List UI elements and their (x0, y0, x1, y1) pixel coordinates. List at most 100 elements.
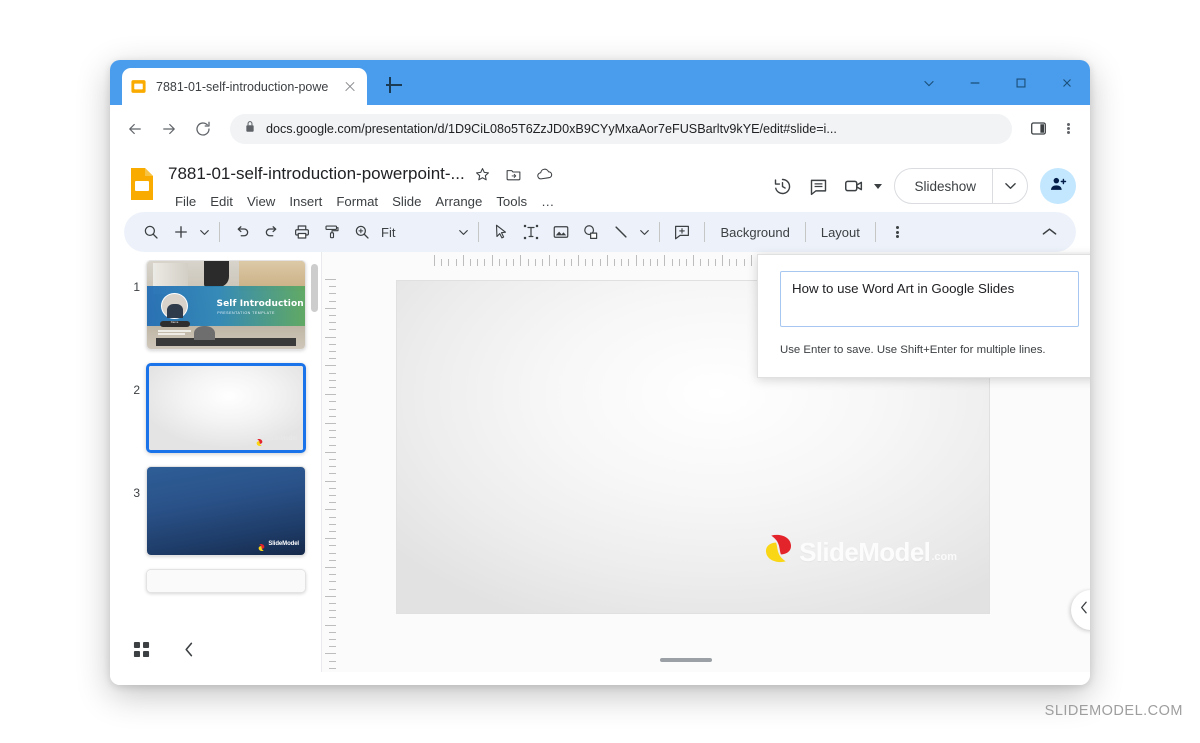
slide-canvas-area: SlideModel .com Use Enter to save. Use S… (322, 252, 1090, 672)
slidemodel-logo-suffix: .com (931, 551, 957, 563)
window-controls (906, 60, 1090, 105)
background-button[interactable]: Background (712, 225, 797, 240)
back-arrow-icon[interactable] (120, 114, 150, 144)
address-bar-text: docs.google.com/presentation/d/1D9CiL08o… (266, 121, 837, 136)
list-item[interactable] (110, 569, 321, 606)
divider (219, 222, 220, 242)
comment-icon[interactable] (801, 169, 835, 203)
forward-arrow-icon[interactable] (154, 114, 184, 144)
minimize-icon[interactable] (952, 60, 998, 105)
filmstrip-scrollbar[interactable] (311, 264, 318, 312)
address-bar[interactable]: docs.google.com/presentation/d/1D9CiL08o… (230, 113, 1012, 144)
menu-bar: File Edit View Insert Format Slide Arran… (168, 189, 765, 213)
list-item[interactable]: 2 SlideModel (110, 363, 321, 466)
grid-view-icon[interactable] (124, 632, 158, 666)
slidemodel-watermark: SLIDEMODEL.COM (1044, 703, 1183, 719)
cursor-icon[interactable] (486, 217, 516, 247)
menu-slide[interactable]: Slide (385, 192, 428, 211)
menu-tools[interactable]: Tools (489, 192, 534, 211)
share-button[interactable] (1040, 168, 1076, 204)
page-title[interactable]: 7881-01-self-introduction-powerpoint-... (168, 164, 465, 184)
chevron-down-icon[interactable] (906, 60, 952, 105)
list-item[interactable]: 1 Name Self Introduction PRESENTATION TE… (110, 260, 321, 363)
open-side-panel-button[interactable] (1071, 590, 1090, 630)
slides-toolbar: Fit Background Layout (124, 212, 1076, 252)
lock-icon (244, 120, 256, 138)
maximize-icon[interactable] (998, 60, 1044, 105)
undo-icon[interactable] (227, 217, 257, 247)
menu-insert[interactable]: Insert (282, 192, 329, 211)
new-tab-icon[interactable] (382, 73, 406, 97)
reload-icon[interactable] (188, 114, 218, 144)
divider (804, 222, 806, 242)
slidemodel-logo: SlideModel .com (762, 532, 957, 565)
layout-button[interactable]: Layout (813, 225, 868, 240)
redo-icon[interactable] (257, 217, 287, 247)
browser-tab-title: 7881-01-self-introduction-powe (156, 79, 329, 94)
version-history-icon[interactable] (765, 169, 799, 203)
zoom-level-label[interactable]: Fit (377, 225, 401, 240)
cloud-saved-icon[interactable] (532, 161, 558, 187)
move-to-folder-icon[interactable] (501, 161, 527, 187)
thumbnail-logo: SlideModel (257, 539, 299, 552)
avatar (161, 292, 189, 320)
document-header: 7881-01-self-introduction-powerpoint-...… (110, 152, 1090, 209)
slide-thumbnail-4[interactable] (146, 569, 306, 593)
meet-button[interactable] (837, 169, 883, 203)
zoom-dropdown-icon[interactable] (455, 217, 471, 247)
browser-menu-icon[interactable] (1056, 114, 1080, 144)
word-art-dialog: Use Enter to save. Use Shift+Enter for m… (757, 254, 1090, 378)
star-icon[interactable] (470, 161, 496, 187)
new-slide-dropdown-icon[interactable] (196, 217, 212, 247)
menu-file[interactable]: File (168, 192, 203, 211)
slide-number: 1 (133, 280, 140, 294)
more-options-icon[interactable] (883, 217, 913, 247)
image-icon[interactable] (546, 217, 576, 247)
thumbnail-subtitle: PRESENTATION TEMPLATE (217, 311, 275, 316)
canvas-horizontal-scrollbar[interactable] (660, 658, 712, 662)
browser-nav-bar: docs.google.com/presentation/d/1D9CiL08o… (110, 105, 1090, 152)
close-icon[interactable] (1044, 60, 1090, 105)
divider (478, 222, 480, 242)
menu-view[interactable]: View (240, 192, 282, 211)
browser-tab[interactable]: 7881-01-self-introduction-powe (122, 68, 367, 105)
slideshow-dropdown-icon[interactable] (993, 169, 1027, 203)
title-and-menus: 7881-01-self-introduction-powerpoint-...… (168, 160, 765, 213)
line-icon[interactable] (606, 217, 636, 247)
tab-close-icon[interactable] (341, 78, 359, 96)
add-comment-icon[interactable] (667, 217, 697, 247)
chevron-down-icon[interactable] (874, 183, 883, 189)
line-dropdown-icon[interactable] (636, 217, 652, 247)
text-box-icon[interactable] (516, 217, 546, 247)
word-art-input[interactable] (780, 271, 1079, 327)
slide-number: 2 (133, 383, 140, 397)
slidemodel-mark-icon (255, 434, 264, 447)
menu-arrange[interactable]: Arrange (428, 192, 489, 211)
menu-edit[interactable]: Edit (203, 192, 240, 211)
word-art-hint: Use Enter to save. Use Shift+Enter for m… (780, 344, 1046, 356)
thumbnail-logo: SlideModel (255, 434, 297, 447)
list-item[interactable]: 3 SlideModel (110, 466, 321, 569)
collapse-filmstrip-icon[interactable] (172, 632, 206, 666)
vertical-ruler[interactable] (322, 269, 339, 672)
menu-more[interactable]: … (534, 192, 561, 211)
paint-format-icon[interactable] (317, 217, 347, 247)
video-camera-icon[interactable] (837, 169, 871, 203)
slide-thumbnail-3[interactable]: SlideModel (146, 466, 306, 556)
slide-filmstrip: 1 Name Self Introduction PRESENTATION TE… (110, 252, 322, 672)
decor-desk (156, 338, 296, 347)
slide-thumbnail-2[interactable]: SlideModel (146, 363, 306, 453)
slide-thumbnail-1[interactable]: Name Self Introduction PRESENTATION TEMP… (146, 260, 306, 350)
slideshow-button[interactable]: Slideshow (894, 168, 1028, 204)
search-icon[interactable] (136, 217, 166, 247)
collapse-toolbar-icon[interactable] (1034, 217, 1064, 247)
side-panel-icon[interactable] (1024, 115, 1052, 143)
new-slide-button[interactable] (166, 217, 196, 247)
decor-chair (194, 326, 215, 341)
decor-lamp (203, 261, 230, 288)
decor-textline (158, 329, 192, 332)
shape-icon[interactable] (576, 217, 606, 247)
print-icon[interactable] (287, 217, 317, 247)
menu-format[interactable]: Format (329, 192, 385, 211)
zoom-icon[interactable] (347, 217, 377, 247)
